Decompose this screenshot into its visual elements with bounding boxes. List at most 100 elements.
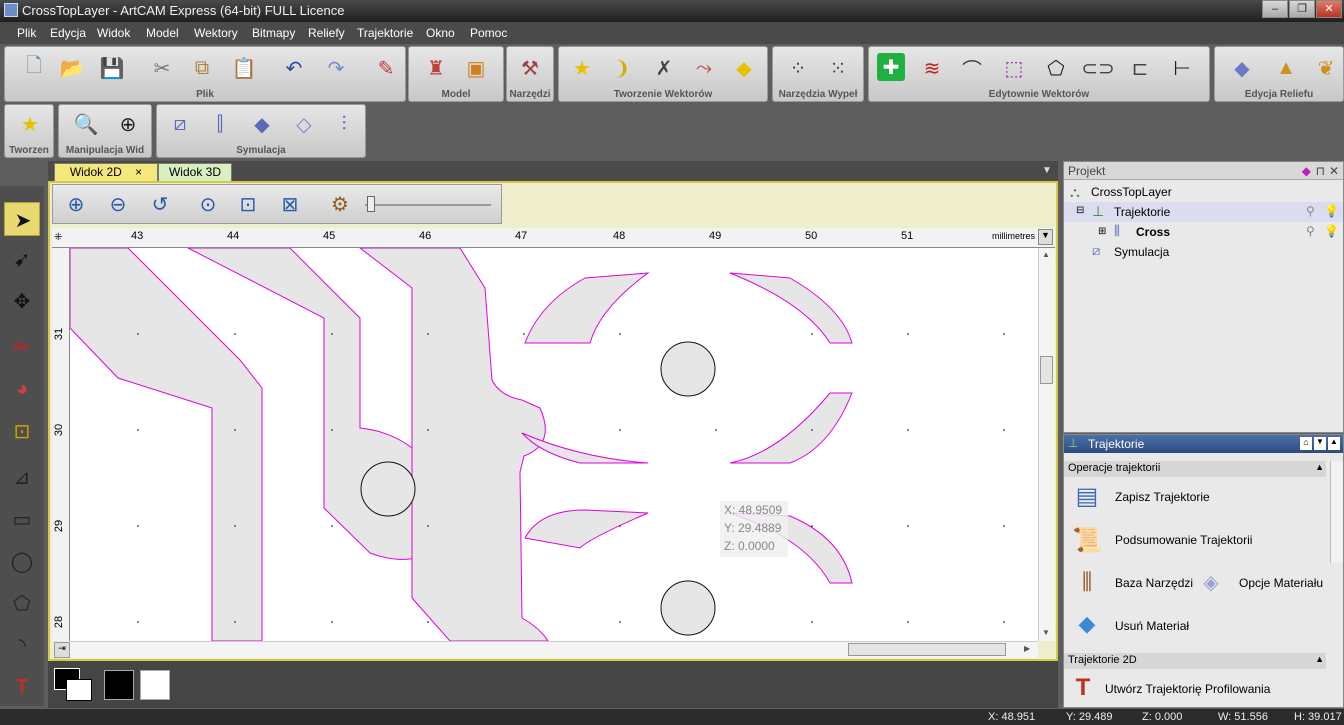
- drawing-canvas[interactable]: X: 48.9509 Y: 29.4889 Z: 0.0000: [70, 248, 1038, 641]
- maximize-button[interactable]: ❐: [1289, 0, 1315, 18]
- section-operacje[interactable]: Operacje trajektorii ▲: [1064, 461, 1326, 477]
- zoom-previous-icon[interactable]: ↺: [145, 189, 175, 219]
- copy-icon[interactable]: ⧉: [187, 53, 217, 83]
- chain-link-icon[interactable]: ⊂⊃: [1081, 53, 1115, 83]
- panel-menu-icon[interactable]: ▼: [1314, 437, 1326, 450]
- tree-root[interactable]: CrossTopLayer: [1091, 185, 1172, 199]
- minimize-button[interactable]: –: [1262, 0, 1288, 18]
- zoom-out-icon[interactable]: ⊖: [103, 189, 133, 219]
- section-trajektorie-2d[interactable]: Trajektorie 2D ▲: [1064, 653, 1326, 669]
- ruler-corner-icon[interactable]: ⁜: [54, 232, 62, 243]
- menu-wektory[interactable]: Wektory: [194, 26, 238, 40]
- scroll-down-icon[interactable]: ▼: [1042, 628, 1050, 637]
- relief-sculpt-icon[interactable]: ❦: [1311, 53, 1341, 83]
- menu-reliefy[interactable]: Reliefy: [308, 26, 345, 40]
- utworz-profilowania[interactable]: Utwórz Trajektorię Profilowania: [1105, 682, 1270, 696]
- zoom-box-view-icon[interactable]: ⊡: [233, 189, 263, 219]
- panel-collapse-icon[interactable]: ▲: [1328, 437, 1340, 450]
- menu-model[interactable]: Model: [146, 26, 179, 40]
- vertical-scroll-thumb[interactable]: [1040, 356, 1053, 384]
- node-edit-icon[interactable]: ➹: [7, 244, 37, 274]
- cut-icon[interactable]: ✂: [147, 53, 177, 83]
- close-tab-icon[interactable]: ×: [135, 165, 142, 179]
- open-folder-icon[interactable]: 📂: [57, 53, 87, 83]
- section-collapse-icon[interactable]: ▲: [1315, 462, 1324, 472]
- relief-shape-icon[interactable]: ▲: [1271, 53, 1301, 83]
- globe-view-icon[interactable]: ⊕: [113, 109, 143, 139]
- color-white[interactable]: [140, 670, 170, 700]
- simulate-reset-icon[interactable]: ⫶: [329, 109, 359, 139]
- close-window-button[interactable]: ✕: [1316, 0, 1342, 18]
- tree-row-trajektorie[interactable]: [1064, 202, 1343, 222]
- simulate-tool-icon[interactable]: ⧄: [165, 109, 195, 139]
- shape-vector-icon[interactable]: ⌒: [957, 53, 987, 83]
- menu-trajektorie[interactable]: Trajektorie: [357, 26, 413, 40]
- redo-icon[interactable]: ↷: [321, 53, 351, 83]
- view-settings-icon[interactable]: ⚙: [325, 189, 355, 219]
- horizontal-scroll-thumb[interactable]: [848, 643, 1006, 656]
- new-file-icon[interactable]: 🗋: [19, 53, 49, 83]
- polyline-icon[interactable]: ⊿: [7, 462, 37, 492]
- color-black[interactable]: [104, 670, 134, 700]
- select-box-icon[interactable]: ⬚: [999, 53, 1029, 83]
- panel-close-icon[interactable]: ✕: [1329, 164, 1339, 178]
- rectangle-icon[interactable]: ▭: [7, 504, 37, 534]
- simulate-block-icon[interactable]: ◆: [247, 109, 277, 139]
- secondary-color-swatch[interactable]: [66, 679, 92, 701]
- usun-material[interactable]: Usuń Materiał: [1115, 619, 1189, 633]
- zoom-fit-icon[interactable]: ⊠: [275, 189, 305, 219]
- offset-vector-icon[interactable]: ≋: [917, 53, 947, 83]
- save-icon[interactable]: 💾: [97, 53, 127, 83]
- move-transform-icon[interactable]: ✥: [7, 286, 37, 316]
- edit-notes-icon[interactable]: ✎: [371, 53, 401, 83]
- opcje-materialu[interactable]: Opcje Materiału: [1239, 576, 1323, 590]
- scroll-left-end-icon[interactable]: ⇥: [54, 642, 70, 658]
- podsumowanie-trajektorii[interactable]: Podsumowanie Trajektorii: [1115, 533, 1252, 547]
- horizontal-scrollbar[interactable]: ⇥ ▶: [54, 641, 1038, 658]
- arc-icon[interactable]: ◝: [7, 630, 37, 660]
- scroll-right-icon[interactable]: ▶: [1024, 644, 1030, 653]
- tree-cross[interactable]: Cross: [1136, 225, 1170, 239]
- zoom-box-icon[interactable]: 🔍: [71, 109, 101, 139]
- paint-icon[interactable]: ◕: [7, 374, 37, 404]
- node-fill-icon[interactable]: ⁘: [783, 53, 813, 83]
- align-vector-icon[interactable]: ⬠: [1041, 53, 1071, 83]
- paste-icon[interactable]: 📋: [229, 53, 259, 83]
- menu-edycja[interactable]: Edycja: [50, 26, 86, 40]
- relief-plane-icon[interactable]: ◆: [1227, 53, 1257, 83]
- dock-icon[interactable]: ⊓: [1316, 164, 1325, 178]
- pin-icon[interactable]: ◆: [1302, 164, 1311, 178]
- tab-view-2d[interactable]: Widok 2D ×: [54, 163, 158, 181]
- measure-tape-icon[interactable]: ⊡: [7, 416, 37, 446]
- menu-okno[interactable]: Okno: [426, 26, 455, 40]
- tabs-dropdown-icon[interactable]: ▼: [1042, 165, 1052, 176]
- rounded-corner-icon[interactable]: ⊏: [1125, 53, 1155, 83]
- zoom-11-icon[interactable]: ⊙: [193, 189, 223, 219]
- simulate-material-icon[interactable]: ◇: [289, 109, 319, 139]
- bezier-vector-icon[interactable]: ⤳: [689, 53, 719, 83]
- scroll-up-icon[interactable]: ▲: [1042, 250, 1050, 259]
- create-star-icon[interactable]: ★: [15, 109, 45, 139]
- home-icon[interactable]: ⌂: [1300, 437, 1312, 450]
- menu-bitmapy[interactable]: Bitmapy: [252, 26, 295, 40]
- polygon-icon[interactable]: ⬠: [7, 588, 37, 618]
- cross-visibility-icon[interactable]: ⚲: [1306, 224, 1315, 238]
- baza-narzedzi[interactable]: Baza Narzędzi: [1115, 576, 1193, 590]
- circle-icon[interactable]: ◯: [7, 546, 37, 576]
- ruler-unit-dropdown[interactable]: ▼: [1038, 229, 1053, 245]
- zoom-slider-handle[interactable]: [367, 196, 375, 212]
- arc-vector-icon[interactable]: ❩: [607, 53, 637, 83]
- zoom-in-icon[interactable]: ⊕: [61, 189, 91, 219]
- expand-icon[interactable]: ⊞: [1098, 226, 1106, 237]
- tab-view-3d[interactable]: Widok 3D: [158, 163, 232, 181]
- add-vector-icon[interactable]: ✚: [877, 53, 905, 81]
- shapes-vector-icon[interactable]: ◆: [729, 53, 759, 83]
- section2-collapse-icon[interactable]: ▲: [1315, 654, 1324, 664]
- bulb-icon[interactable]: 💡: [1324, 204, 1339, 218]
- simulate-path-icon[interactable]: ⫿: [205, 109, 235, 139]
- vertical-scrollbar[interactable]: ▲ ▼: [1038, 248, 1055, 641]
- collapse-icon[interactable]: ⊟: [1076, 205, 1084, 216]
- text-tool-icon[interactable]: T: [7, 672, 37, 702]
- tools-icon[interactable]: ⚒: [515, 53, 545, 83]
- trim-vector-icon[interactable]: ✗: [649, 53, 679, 83]
